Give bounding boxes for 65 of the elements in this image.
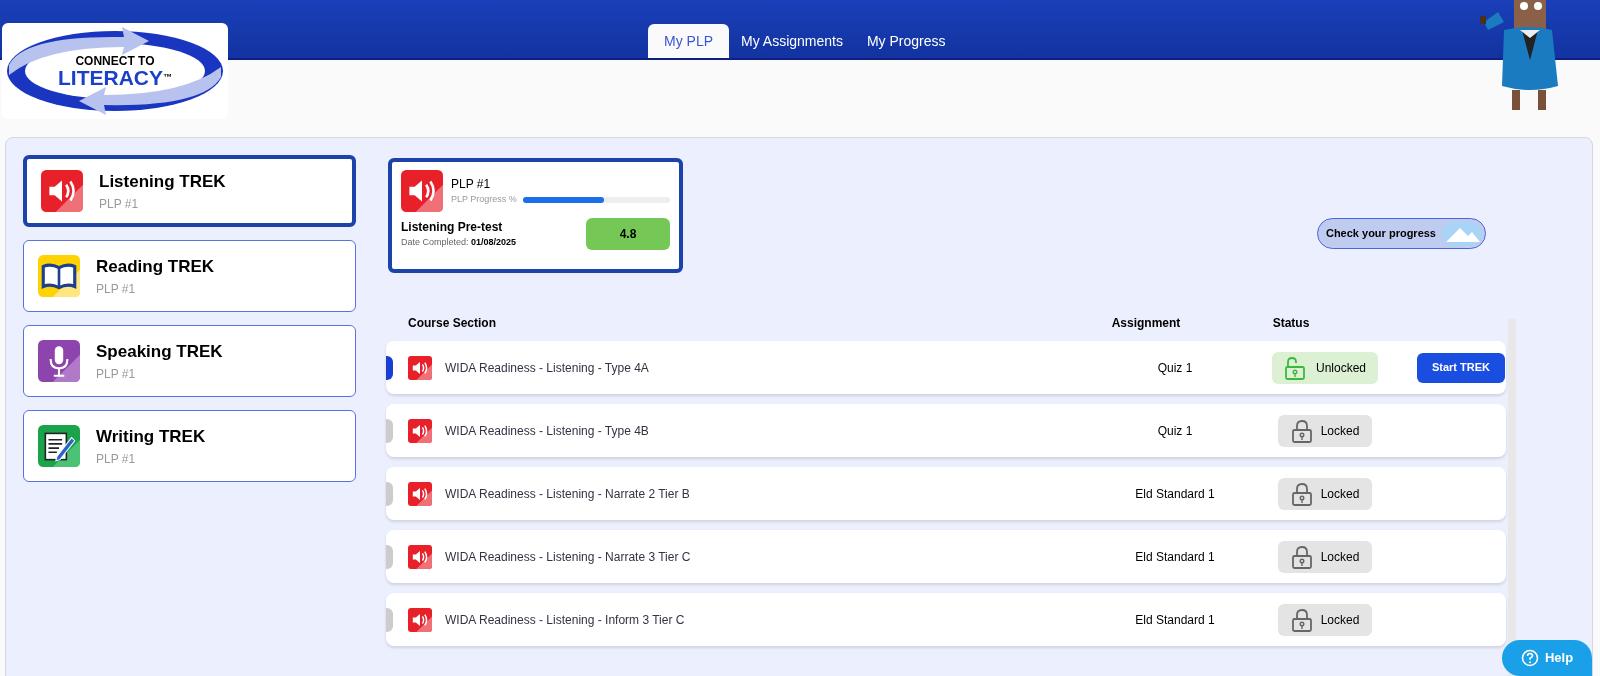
trek-card[interactable]: Writing TREK PLP #1 bbox=[23, 410, 356, 482]
logo-title: LITERACY$^{™}$ bbox=[58, 66, 172, 88]
table-cell-text: Quiz 1 bbox=[1156, 422, 1194, 440]
progress-label: PLP Progress % bbox=[451, 193, 517, 207]
trek-subtitle: PLP #1 bbox=[96, 365, 137, 383]
microphone-icon bbox=[38, 340, 80, 382]
table-cell-text: WIDA Readiness - Listening - Narrate 2 Tier B bbox=[445, 485, 691, 503]
trek-card[interactable]: Reading TREK PLP #1 bbox=[23, 240, 356, 312]
plp-title: PLP #1 bbox=[451, 176, 492, 194]
table-row[interactable]: WIDA Readiness - Listening - Type 4A Quiz 1 Unlocked Start TREK bbox=[386, 341, 1506, 394]
table-cell-text: Eld Standard 1 bbox=[1134, 611, 1216, 629]
padlock-icon bbox=[1290, 544, 1313, 569]
trek-title: Writing TREK bbox=[96, 426, 206, 449]
table-row[interactable]: WIDA Readiness - Listening - Type 4B Quiz 1 Locked bbox=[386, 404, 1506, 457]
padlock-icon bbox=[1290, 607, 1313, 632]
test-name: Listening Pre-test bbox=[401, 219, 504, 237]
speaker-icon bbox=[41, 170, 83, 212]
speaker-icon bbox=[408, 418, 432, 443]
status-badge: Locked bbox=[1278, 414, 1372, 447]
trek-card[interactable]: Speaking TREK PLP #1 bbox=[23, 325, 356, 397]
column-header: Course Section bbox=[407, 315, 498, 332]
trek-subtitle: PLP #1 bbox=[96, 280, 137, 298]
date-label: Date Completed: bbox=[401, 237, 470, 248]
trek-title: Listening TREK bbox=[99, 171, 226, 194]
speaker-icon bbox=[408, 481, 432, 506]
padlock-icon bbox=[1290, 481, 1313, 506]
speaker-icon bbox=[408, 355, 432, 380]
nav-tab[interactable]: My PLP bbox=[648, 24, 729, 58]
table-cell-text: WIDA Readiness - Listening - Type 4B bbox=[445, 422, 650, 440]
trek-card[interactable]: Listening TREK PLP #1 bbox=[23, 155, 356, 227]
table-cell-text: Eld Standard 1 bbox=[1134, 485, 1216, 503]
status-badge: Locked bbox=[1278, 603, 1372, 636]
logo-text: CONNECT TO bbox=[75, 54, 155, 67]
status-badge: Unlocked bbox=[1272, 351, 1378, 384]
status-badge: Locked bbox=[1278, 477, 1372, 510]
question-icon bbox=[1520, 649, 1539, 667]
start-trek-button[interactable]: Start TREK bbox=[1417, 352, 1505, 383]
table-cell-text: WIDA Readiness - Listening - Narrate 3 Tier C bbox=[445, 548, 692, 566]
table-row[interactable]: WIDA Readiness - Listening - Narrate 2 Tier B Eld Standard 1 Locked bbox=[386, 467, 1506, 520]
trek-subtitle: PLP #1 bbox=[96, 450, 137, 468]
padlock-icon bbox=[1290, 418, 1313, 443]
unlocked-padlock-icon bbox=[1284, 355, 1306, 380]
check-progress-button[interactable]: Check your progress bbox=[1316, 218, 1486, 249]
trek-subtitle: PLP #1 bbox=[99, 195, 140, 213]
date-value: 01/08/2025 bbox=[471, 237, 517, 248]
column-header: Assignment bbox=[1110, 315, 1182, 332]
speaker-icon bbox=[408, 607, 432, 632]
column-header: Status bbox=[1271, 315, 1311, 332]
book-icon bbox=[38, 255, 80, 297]
score-badge: 4.8 bbox=[586, 218, 670, 250]
table-cell-text: WIDA Readiness - Listening - Type 4A bbox=[445, 359, 650, 377]
document-pencil-icon bbox=[38, 425, 80, 467]
table-cell-text: Eld Standard 1 bbox=[1134, 548, 1216, 566]
table-row[interactable]: WIDA Readiness - Listening - Narrate 3 Tier C Eld Standard 1 Locked bbox=[386, 530, 1506, 583]
table-row[interactable]: WIDA Readiness - Listening - Inform 3 Tier C Eld Standard 1 Locked bbox=[386, 593, 1506, 646]
mountain-icon bbox=[1442, 221, 1482, 246]
speaker-icon bbox=[408, 544, 432, 569]
nav-tab[interactable]: My Assignments bbox=[729, 24, 855, 58]
trek-title: Speaking TREK bbox=[96, 341, 223, 364]
table-cell-text: WIDA Readiness - Listening - Inform 3 Tier C bbox=[445, 611, 686, 629]
trek-title: Reading TREK bbox=[96, 256, 215, 279]
status-badge: Locked bbox=[1278, 540, 1372, 573]
table-cell-text: Quiz 1 bbox=[1156, 359, 1194, 377]
nav-tab[interactable]: My Progress bbox=[854, 24, 958, 58]
speaker-icon bbox=[401, 170, 443, 212]
